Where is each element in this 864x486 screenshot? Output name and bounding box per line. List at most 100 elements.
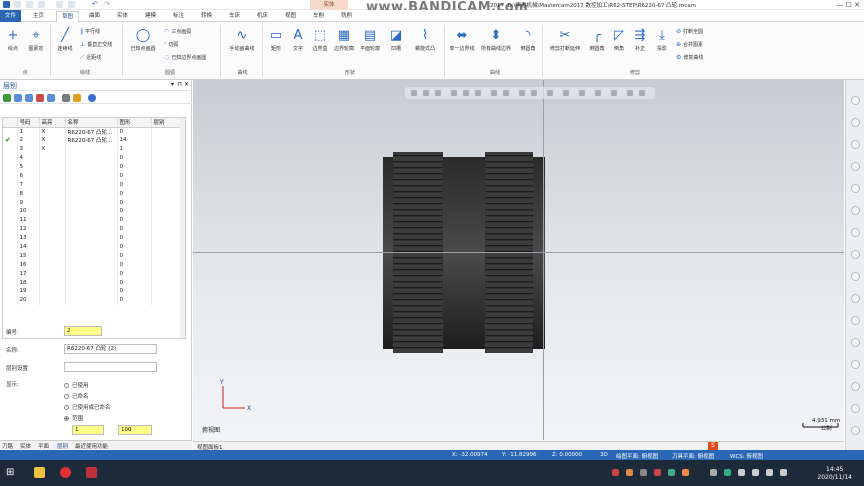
filter-icon[interactable] — [423, 90, 429, 96]
tray-icon-4[interactable] — [654, 469, 661, 476]
tab-view[interactable]: 视图 — [280, 11, 301, 22]
circle-center-button[interactable]: ◯ 已知点画圆 — [126, 28, 160, 52]
minimize-icon[interactable]: — — [836, 1, 843, 9]
panel-close-icon[interactable]: ✕ — [184, 81, 189, 88]
table-row[interactable]: 12 0 — [3, 224, 185, 234]
table-row[interactable]: 40 — [3, 153, 185, 163]
table-row[interactable]: 50 — [3, 162, 185, 172]
quick-icon-2[interactable] — [851, 118, 860, 127]
trim-break-extend-button[interactable]: ✂ 修剪打断延伸 — [545, 28, 585, 52]
select-icon[interactable] — [411, 90, 417, 96]
clear-color-icon[interactable] — [595, 90, 601, 96]
table-row[interactable]: 10 0 — [3, 207, 185, 216]
tab-home[interactable]: 主页 — [28, 11, 49, 22]
gview-icon[interactable] — [491, 90, 497, 96]
pin-icon[interactable]: ▾ — [171, 81, 174, 88]
tray-icon-6[interactable] — [682, 469, 689, 476]
tab-dimension[interactable]: 标注 — [168, 11, 189, 22]
tab-sketch[interactable]: 草图 — [56, 11, 80, 22]
find-level-icon[interactable] — [14, 94, 22, 102]
rotate-icon[interactable] — [611, 90, 617, 96]
col-highlight[interactable]: 高亮 — [39, 118, 66, 128]
radio-named[interactable]: 已命名 — [64, 392, 89, 400]
quick-icon-15[interactable] — [851, 404, 860, 413]
bounding-box-button[interactable]: ⬚ 边界盒 — [309, 28, 331, 52]
status-cplane[interactable]: 绘图平面: 俯视图 — [616, 452, 658, 460]
table-row[interactable]: 15 0 — [3, 251, 185, 261]
name-field[interactable]: R6220-67 凸轮 (2) — [64, 344, 157, 354]
add-level-icon[interactable] — [3, 94, 11, 102]
save-as-icon[interactable] — [56, 1, 63, 8]
round-button[interactable]: ╭ 倒圆角 — [586, 28, 608, 52]
fillet-curve-button[interactable]: ◝ 倒圆角 — [516, 28, 540, 52]
quick-icon-1[interactable] — [851, 96, 860, 105]
text-button[interactable]: A 文字 — [288, 28, 308, 52]
tab-recent[interactable]: 最近使用功能 — [75, 442, 108, 450]
point-snap-icon[interactable] — [475, 90, 481, 96]
clock[interactable]: 14:45 2020/11/14 — [817, 466, 852, 482]
help-icon[interactable] — [88, 94, 96, 102]
input-method-s-icon[interactable]: S — [708, 442, 718, 450]
tray-icon-3[interactable] — [640, 469, 647, 476]
rectangle-button[interactable]: ▭ 矩形 — [265, 28, 287, 52]
col-count[interactable]: 图形 — [117, 118, 152, 128]
break-circles-button[interactable]: ⊘ 打断全圆 — [676, 28, 703, 35]
tray-icon-1[interactable] — [612, 469, 619, 476]
quick-icon-10[interactable] — [851, 294, 860, 303]
quick-icon-4[interactable] — [851, 162, 860, 171]
tray-icon-5[interactable] — [668, 469, 675, 476]
tray-icon-8[interactable] — [724, 469, 731, 476]
graphics-viewport[interactable]: Y X — [193, 80, 844, 450]
dynamic-point-button[interactable]: ⌖ 图素定 — [25, 28, 47, 52]
range-to-field[interactable]: 100 — [118, 425, 152, 435]
table-row[interactable]: 11 0 — [3, 215, 185, 225]
tab-surface[interactable]: 曲面 — [84, 11, 105, 22]
settings-icon[interactable] — [73, 94, 81, 102]
new-file-icon[interactable] — [14, 1, 21, 8]
chamfer-button[interactable]: ◸ 倒角 — [609, 28, 629, 52]
project-button[interactable]: ⤓ 投影 — [652, 28, 672, 52]
layers-icon[interactable] — [25, 94, 33, 102]
table-row[interactable]: 14 0 — [3, 242, 185, 252]
print-icon[interactable] — [38, 1, 45, 8]
table-scrollbar[interactable] — [180, 118, 185, 338]
color-icon[interactable] — [579, 90, 585, 96]
status-tplane[interactable]: 刀具平面: 俯视图 — [672, 452, 714, 460]
level-set-field[interactable] — [64, 362, 157, 372]
tray-icon-9[interactable] — [738, 469, 745, 476]
quick-icon-13[interactable] — [851, 360, 860, 369]
quick-icon-5[interactable] — [851, 184, 860, 193]
refresh-icon[interactable] — [47, 94, 55, 102]
tray-icon-7[interactable] — [710, 469, 717, 476]
tab-file[interactable]: 文件 — [0, 10, 22, 22]
maximize-icon[interactable]: ☐ — [846, 1, 852, 9]
table-row[interactable]: 3X 1 — [3, 144, 185, 154]
table-row[interactable]: 19 0 — [3, 287, 185, 296]
radio-used-or-named[interactable]: 已使用或已命名 — [64, 403, 111, 411]
quick-icon-7[interactable] — [851, 228, 860, 237]
undo-icon[interactable]: ↶ — [92, 0, 98, 8]
tab-milling[interactable]: 铣削 — [336, 11, 357, 22]
offset-button[interactable]: ⇶ 补正 — [630, 28, 650, 52]
parallel-line-button[interactable]: ∥ 平行线 — [80, 28, 100, 35]
taskbar-app-icon[interactable] — [60, 467, 71, 478]
silhouette-button[interactable]: ▦ 边界轮廓 — [332, 28, 356, 52]
quick-icon-8[interactable] — [851, 250, 860, 259]
tab-solid[interactable]: 实体 — [112, 11, 133, 22]
network-icon[interactable] — [752, 469, 759, 476]
tray-icon-2[interactable] — [626, 469, 633, 476]
number-field[interactable]: 2 — [64, 326, 102, 336]
volume-icon[interactable] — [766, 469, 773, 476]
dock-icon[interactable]: ⊓ — [177, 81, 182, 88]
fit-icon[interactable] — [503, 90, 509, 96]
file-explorer-icon[interactable] — [34, 467, 45, 478]
point-button[interactable]: + 绘点 — [3, 28, 23, 52]
redo-icon[interactable]: ↷ — [104, 0, 110, 8]
quick-icon-3[interactable] — [851, 140, 860, 149]
tab-solids[interactable]: 实体 — [20, 442, 31, 450]
table-row[interactable]: 16 0 — [3, 260, 185, 270]
single-edge-curve-button[interactable]: ⬌ 单一边界线 — [447, 28, 477, 52]
shade-icon[interactable] — [519, 90, 525, 96]
autocursor-icon[interactable] — [463, 90, 469, 96]
table-row[interactable]: 20 0 — [3, 295, 185, 305]
